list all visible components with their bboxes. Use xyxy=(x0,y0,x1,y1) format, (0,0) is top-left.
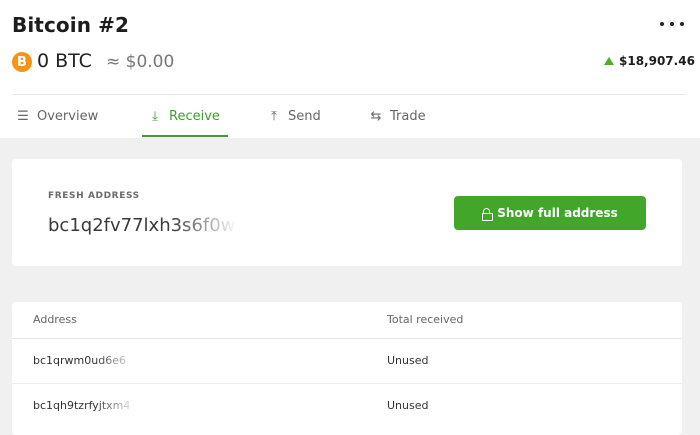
total-received-cell: Unused xyxy=(387,354,429,367)
more-options-button[interactable] xyxy=(660,16,684,32)
tab-send[interactable]: ⤒ Send xyxy=(267,95,321,137)
tab-overview[interactable]: ☰ Overview xyxy=(16,95,98,137)
addresses-table: Address Total received bc1qrwm0ud6e6 Unu… xyxy=(12,302,682,435)
column-header-total-received: Total received xyxy=(387,313,464,326)
table-header: Address Total received xyxy=(12,302,682,339)
table-row[interactable]: bc1qh9tzrfyjtxm4 Unused xyxy=(12,384,682,429)
crypto-balance: 0 BTC xyxy=(37,50,92,72)
show-full-address-label: Show full address xyxy=(497,206,618,220)
trend-up-icon xyxy=(604,57,614,65)
bitcoin-logo-icon: B xyxy=(12,52,32,72)
column-header-address: Address xyxy=(33,313,77,326)
fiat-balance: ≈ $0.00 xyxy=(106,52,175,72)
upload-arrow-icon: ⤒ xyxy=(271,108,277,124)
account-header: Bitcoin #2 B 0 BTC ≈ $0.00 $18,907.46 ☰ … xyxy=(0,0,700,138)
show-full-address-button[interactable]: Show full address xyxy=(454,196,646,230)
tab-label: Send xyxy=(288,108,321,124)
total-received-cell: Unused xyxy=(387,399,429,412)
table-row[interactable]: bc1qrwm0ud6e6 Unused xyxy=(12,339,682,384)
price-indicator: $18,907.46 xyxy=(604,54,695,68)
address-cell: bc1qh9tzrfyjtxm4 xyxy=(33,399,131,412)
list-icon: ☰ xyxy=(17,108,29,124)
tab-label: Overview xyxy=(37,108,99,124)
tab-receive[interactable]: ⤓ Receive xyxy=(142,95,228,137)
tab-label: Trade xyxy=(390,108,426,124)
download-arrow-icon: ⤓ xyxy=(152,108,158,124)
address-cell: bc1qrwm0ud6e6 xyxy=(33,354,126,367)
fresh-address-card: FRESH ADDRESS bc1q2fv77lxh3s6f0w Show fu… xyxy=(12,159,682,266)
fresh-address-label: FRESH ADDRESS xyxy=(48,191,140,201)
dot-icon xyxy=(660,22,664,26)
account-title: Bitcoin #2 xyxy=(12,13,129,37)
lock-icon xyxy=(482,207,494,221)
swap-icon: ⇆ xyxy=(370,108,382,124)
tab-label: Receive xyxy=(169,108,220,124)
fresh-address-value[interactable]: bc1q2fv77lxh3s6f0w xyxy=(48,215,238,236)
tab-trade[interactable]: ⇆ Trade xyxy=(369,95,426,137)
dot-icon xyxy=(670,22,674,26)
tabs-divider xyxy=(12,94,686,95)
price-value: $18,907.46 xyxy=(619,54,695,68)
dot-icon xyxy=(680,22,684,26)
